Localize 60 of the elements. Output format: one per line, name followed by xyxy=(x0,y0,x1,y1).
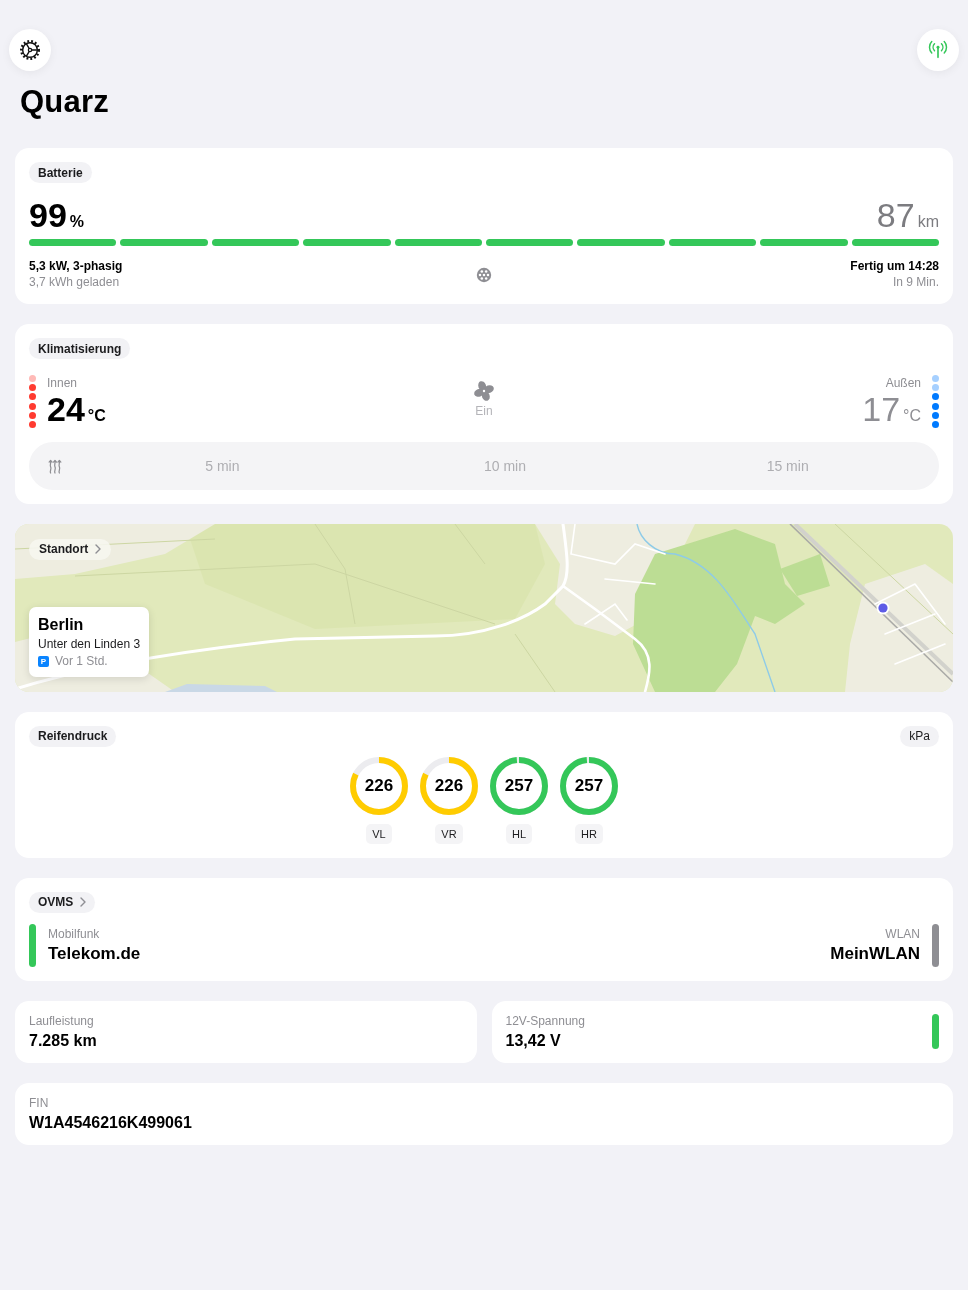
heat-waves-icon xyxy=(48,457,62,474)
fan-icon xyxy=(473,379,495,402)
temperature-label: Innen xyxy=(47,375,79,391)
section-label: Klimatisierung xyxy=(29,338,131,359)
temperature-label: Außen xyxy=(885,375,921,391)
connection-name: MeinWLAN xyxy=(830,943,920,964)
pressure-value: 226 xyxy=(433,775,465,796)
charged-energy: 3,7 kWh geladen xyxy=(29,275,120,290)
pressure-ring xyxy=(490,756,548,815)
charge-unit: % xyxy=(69,213,85,231)
range-value: 87 xyxy=(876,195,915,235)
street-address: Unter den Linden 3 xyxy=(38,635,141,652)
ovms-button[interactable]: OVMS xyxy=(29,891,96,913)
unit-label: kPa xyxy=(900,725,939,747)
vin-label: FIN xyxy=(29,1095,49,1111)
temperature-unit: °C xyxy=(903,406,921,425)
timer-option[interactable]: 5 min xyxy=(195,451,250,480)
gear-icon xyxy=(19,39,41,61)
charging-power: 5,3 kW, 3-phasig xyxy=(29,259,123,274)
remaining-time: In 9 Min. xyxy=(892,275,939,290)
settings-button[interactable] xyxy=(9,29,51,71)
location-dot-icon xyxy=(876,600,890,615)
timer-option[interactable]: 15 min xyxy=(756,451,819,480)
section-label: Reifendruck xyxy=(29,725,117,747)
parking-badge: P xyxy=(38,655,49,667)
parked-time: Vor 1 Std. xyxy=(55,653,108,669)
charge-value: 99 xyxy=(29,195,67,235)
vin-value: W1A4546216K499061 xyxy=(29,1112,192,1132)
range-unit: km xyxy=(917,213,939,231)
pressure-value: 257 xyxy=(503,775,535,796)
connection-label: WLAN xyxy=(885,926,920,942)
connection-label: Mobilfunk xyxy=(48,926,100,942)
temperature-value: 24 xyxy=(47,390,85,427)
connection-name: Telekom.de xyxy=(48,943,141,964)
chevron-icon xyxy=(80,897,87,908)
place-name: Berlin xyxy=(38,614,84,634)
meter-dot-icon xyxy=(932,375,939,382)
section-label: Batterie xyxy=(29,162,92,183)
pressure-ring xyxy=(420,756,478,815)
tire-position: VL xyxy=(366,823,392,844)
stat-label: 12V-Spannung xyxy=(505,1013,585,1029)
pressure-ring xyxy=(350,756,408,815)
stat-value: 7.285 km xyxy=(29,1030,97,1050)
charging-plug-icon xyxy=(476,266,492,283)
meter-dot-icon xyxy=(29,375,36,382)
pressure-value: 226 xyxy=(363,775,395,796)
stat-value: 13,42 V xyxy=(505,1030,561,1050)
pressure-ring xyxy=(560,756,618,815)
tire-position: HR xyxy=(575,823,603,844)
fan-status: Ein xyxy=(475,403,493,419)
timer-option[interactable]: 10 min xyxy=(473,451,536,480)
page-title: Quarz xyxy=(20,83,110,121)
tire-position: VR xyxy=(435,823,463,844)
stat-label: Laufleistung xyxy=(29,1013,94,1029)
tire-position: HL xyxy=(505,823,533,844)
finish-time: Fertig um 14:28 xyxy=(850,259,939,274)
chevron-icon xyxy=(95,544,102,555)
temperature-value: 17 xyxy=(862,390,901,427)
pressure-value: 257 xyxy=(573,775,605,796)
temperature-unit: °C xyxy=(87,406,106,425)
